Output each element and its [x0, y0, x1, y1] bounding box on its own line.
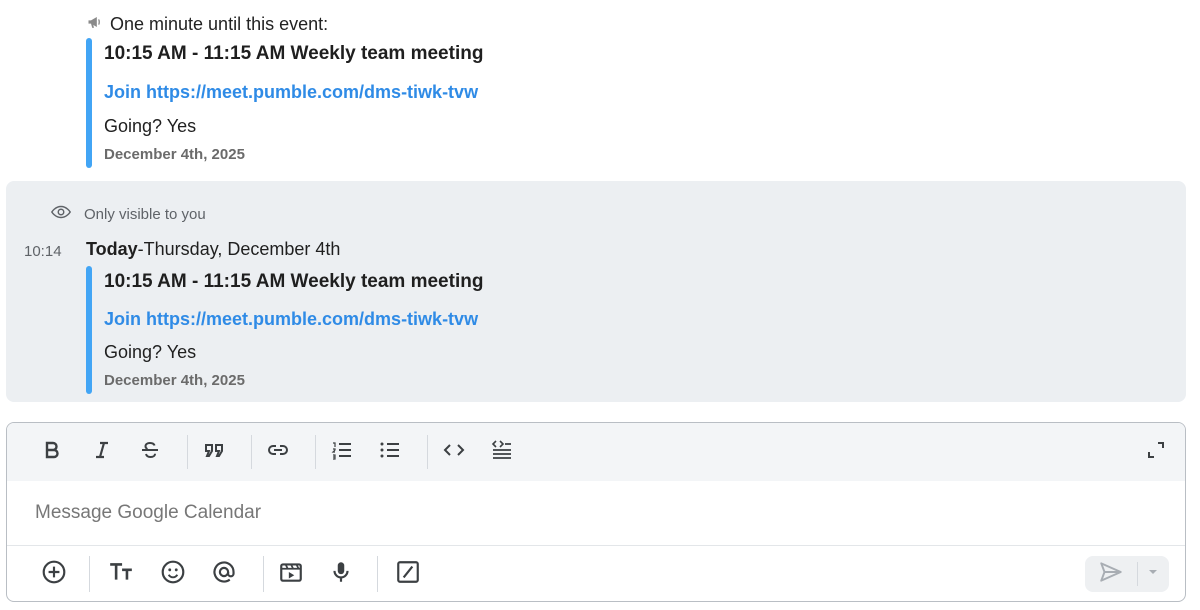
code-block-button[interactable]: [487, 437, 517, 467]
gif-button[interactable]: [275, 558, 307, 590]
toolbar-divider: [251, 435, 252, 469]
link-button[interactable]: [263, 437, 293, 467]
event-card: 10:15 AM - 11:15 AM Weekly team meeting …: [86, 38, 686, 168]
send-icon: [1098, 559, 1124, 590]
formatting-toolbar: [7, 423, 1185, 481]
strikethrough-icon: [138, 438, 162, 467]
actions-divider: [377, 556, 378, 592]
send-options-button[interactable]: [1138, 556, 1168, 592]
video-clip-icon: [278, 559, 304, 590]
event-title: 10:15 AM - 11:15 AM Weekly team meeting: [104, 43, 484, 64]
microphone-icon: [328, 559, 354, 590]
quote-icon: [202, 438, 226, 467]
code-block-icon: [490, 438, 514, 467]
smiley-icon: [160, 559, 186, 590]
event-accent-bar: [86, 266, 92, 394]
link-icon: [266, 438, 290, 467]
expand-button[interactable]: [1141, 437, 1171, 467]
at-sign-icon: [211, 559, 237, 590]
day-rest: -Thursday, December 4th: [137, 239, 341, 259]
visibility-text: Only visible to you: [84, 205, 206, 223]
message-composer: [6, 422, 1186, 602]
reminder-message: One minute until this event: 10:15 AM - …: [0, 0, 1200, 178]
actions-divider: [89, 556, 90, 592]
quote-button[interactable]: [199, 437, 229, 467]
slash-box-icon: [395, 559, 421, 590]
event-title: 10:15 AM - 11:15 AM Weekly team meeting: [104, 271, 484, 292]
event-url[interactable]: https://meet.pumble.com/dms-tiwk-tvw: [146, 309, 478, 329]
plus-circle-icon: [41, 559, 67, 590]
event-date: December 4th, 2025: [104, 146, 245, 163]
event-date: December 4th, 2025: [104, 372, 245, 389]
day-bold: Today: [86, 239, 138, 259]
mention-button[interactable]: [208, 558, 240, 590]
toolbar-divider: [187, 435, 188, 469]
ordered-list-button[interactable]: [327, 437, 357, 467]
send-button[interactable]: [1085, 556, 1137, 592]
bold-icon: [40, 438, 64, 467]
code-button[interactable]: [439, 437, 469, 467]
italic-icon: [90, 438, 114, 467]
italic-button[interactable]: [87, 437, 117, 467]
slash-command-button[interactable]: [392, 558, 424, 590]
toolbar-divider: [427, 435, 428, 469]
megaphone-icon: [86, 12, 106, 37]
code-icon: [442, 438, 466, 467]
event-rsvp: Going? Yes: [104, 116, 197, 136]
add-button[interactable]: [38, 558, 70, 590]
reminder-line: One minute until this event:: [86, 12, 328, 37]
message-input[interactable]: [35, 497, 1135, 529]
event-card: 10:15 AM - 11:15 AM Weekly team meeting …: [86, 266, 686, 394]
actions-divider: [263, 556, 264, 592]
message-timestamp[interactable]: 10:14: [24, 243, 62, 260]
visibility-note: Only visible to you: [50, 201, 206, 227]
expand-icon: [1144, 438, 1168, 467]
send-group: [1085, 556, 1169, 592]
eye-icon: [50, 201, 72, 227]
strikethrough-button[interactable]: [135, 437, 165, 467]
event-accent-bar: [86, 38, 92, 168]
day-header: Today-Thursday, December 4th: [86, 239, 340, 260]
event-join-link[interactable]: Join https://meet.pumble.com/dms-tiwk-tv…: [104, 309, 478, 330]
chevron-down-icon: [1147, 565, 1159, 583]
composer-actions: [7, 545, 1185, 601]
emoji-button[interactable]: [157, 558, 189, 590]
formatting-toggle-button[interactable]: [105, 558, 137, 590]
bold-button[interactable]: [37, 437, 67, 467]
event-join-link[interactable]: Join https://meet.pumble.com/dms-tiwk-tv…: [104, 82, 478, 103]
reminder-text: One minute until this event:: [110, 14, 329, 34]
bulleted-list-icon: [378, 438, 402, 467]
event-rsvp: Going? Yes: [104, 342, 197, 362]
bulleted-list-button[interactable]: [375, 437, 405, 467]
ordered-list-icon: [330, 438, 354, 467]
text-format-icon: [108, 559, 134, 590]
input-area: [7, 481, 1185, 545]
ephemeral-message: Only visible to you 10:14 Today-Thursday…: [6, 181, 1186, 402]
event-url[interactable]: https://meet.pumble.com/dms-tiwk-tvw: [146, 82, 478, 102]
voice-button[interactable]: [325, 558, 357, 590]
toolbar-divider: [315, 435, 316, 469]
